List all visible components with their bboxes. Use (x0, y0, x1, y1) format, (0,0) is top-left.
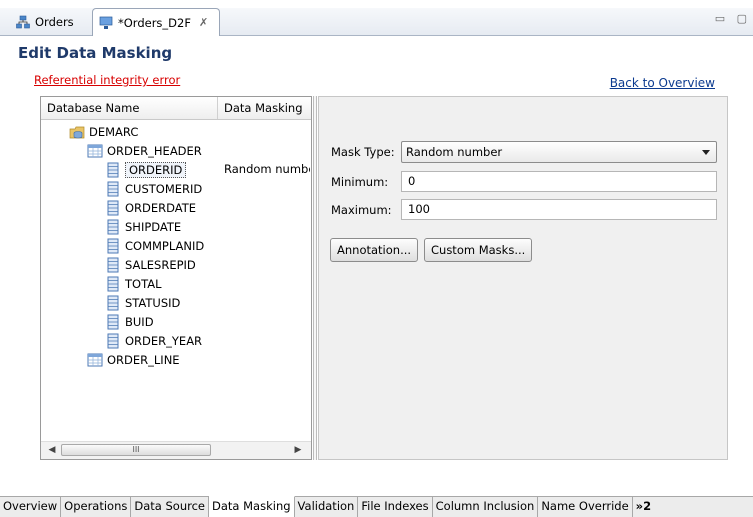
tab-orders[interactable]: Orders (10, 10, 90, 34)
tab-overview[interactable]: Overview (0, 497, 62, 517)
tree-node-column[interactable]: SHIPDATE (105, 217, 181, 236)
tree-node-label: ORDERDATE (125, 200, 197, 215)
tab-operations[interactable]: Operations (61, 497, 132, 517)
tree-node-label: DEMARC (89, 124, 139, 139)
column-icon (105, 257, 121, 273)
tab-column-inclusion[interactable]: Column Inclusion (433, 497, 539, 517)
tree-node-table-order-header[interactable]: ORDER_HEADER (87, 141, 202, 160)
panel-splitter[interactable] (313, 96, 317, 460)
mask-cell-orderid[interactable]: Random number (224, 160, 310, 179)
column-icon (105, 219, 121, 235)
mask-details-panel: Mask Type: Random number Minimum: 0 Maxi… (318, 96, 728, 460)
tree-node-label: COMMPLANID (125, 238, 205, 253)
minimum-label: Minimum: (331, 175, 389, 189)
tab-data-masking[interactable]: Data Masking (209, 496, 295, 517)
column-icon (105, 181, 121, 197)
tab-orders-d2f-label: *Orders_D2F (118, 15, 191, 30)
tab-validation[interactable]: Validation (295, 497, 359, 517)
scroll-left-arrow-icon[interactable]: ◀ (45, 443, 59, 457)
tree-node-database[interactable]: DEMARC (69, 122, 138, 141)
chevron-down-icon (702, 150, 710, 155)
hierarchy-icon (16, 15, 30, 29)
tab-data-source[interactable]: Data Source (131, 497, 210, 517)
tree-node-column[interactable]: ORDERID (105, 160, 187, 179)
tree-node-column[interactable]: COMMPLANID (105, 236, 204, 255)
referential-integrity-error-link[interactable]: Referential integrity error (34, 73, 180, 87)
tree-body: DEMARC ORDER_HEADER ORDERID Random numbe… (41, 120, 311, 438)
maximum-input[interactable]: 100 (401, 199, 717, 220)
tree-node-column[interactable]: STATUSID (105, 293, 180, 312)
annotation-button[interactable]: Annotation... (330, 238, 419, 262)
tree-node-column[interactable]: TOTAL (105, 274, 161, 293)
tab-orders-d2f[interactable]: *Orders_D2F ✗ (92, 8, 220, 36)
page-title: Edit Data Masking (18, 44, 173, 62)
back-to-overview-link[interactable]: Back to Overview (610, 76, 715, 90)
tree-node-label: STATUSID (125, 295, 181, 310)
tree-node-label: ORDER_YEAR (125, 333, 203, 348)
mask-editor-icon (99, 16, 113, 30)
tree-node-column[interactable]: ORDER_YEAR (105, 331, 202, 350)
tree-node-label: SHIPDATE (125, 219, 182, 234)
column-icon (105, 162, 121, 178)
tree-node-label: ORDERID (125, 161, 187, 178)
database-icon (69, 124, 85, 140)
tree-node-label: ORDER_HEADER (107, 143, 202, 158)
column-icon (105, 295, 121, 311)
minimum-input[interactable]: 0 (401, 171, 717, 192)
table-icon (87, 143, 103, 159)
editor-tab-strip: Orders *Orders_D2F ✗ ▭ ▢ (0, 8, 753, 36)
column-header-database-name[interactable]: Database Name (41, 97, 218, 119)
tab-orders-label: Orders (35, 15, 74, 29)
masking-tree-table[interactable]: Database Name Data Masking DEMARC ORDER_… (40, 96, 312, 460)
tree-node-label: CUSTOMERID (125, 181, 203, 196)
more-tabs-button[interactable]: »2 (633, 497, 654, 517)
tab-name-override[interactable]: Name Override (538, 497, 633, 517)
mask-type-label: Mask Type: (331, 145, 395, 159)
tree-node-label: SALESREPID (125, 257, 196, 272)
scroll-thumb[interactable]: III (61, 444, 211, 456)
tree-node-label: ORDER_LINE (107, 352, 180, 367)
tree-header: Database Name Data Masking (41, 97, 311, 120)
tree-node-label: BUID (125, 314, 154, 329)
mask-type-value: Random number (406, 145, 503, 159)
horizontal-scrollbar[interactable]: ◀ III ▶ (41, 441, 311, 459)
column-icon (105, 200, 121, 216)
mask-type-select[interactable]: Random number (401, 141, 717, 163)
tree-node-column[interactable]: BUID (105, 312, 154, 331)
column-icon (105, 314, 121, 330)
tab-file-indexes[interactable]: File Indexes (358, 497, 433, 517)
tree-node-column[interactable]: CUSTOMERID (105, 179, 202, 198)
tree-node-column[interactable]: SALESREPID (105, 255, 196, 274)
column-header-data-masking[interactable]: Data Masking (218, 97, 311, 119)
window-controls[interactable]: ▭ ▢ (715, 12, 751, 25)
tree-node-table-order-line[interactable]: ORDER_LINE (87, 350, 180, 369)
table-icon (87, 352, 103, 368)
close-icon[interactable]: ✗ (199, 16, 208, 29)
custom-masks-button[interactable]: Custom Masks... (424, 238, 533, 262)
tree-node-column[interactable]: ORDERDATE (105, 198, 196, 217)
maximum-label: Maximum: (331, 203, 392, 217)
scroll-right-arrow-icon[interactable]: ▶ (291, 443, 305, 457)
tree-node-label: TOTAL (125, 276, 162, 291)
column-icon (105, 238, 121, 254)
column-icon (105, 333, 121, 349)
column-icon (105, 276, 121, 292)
bottom-page-tabs: Overview Operations Data Source Data Mas… (0, 496, 753, 517)
